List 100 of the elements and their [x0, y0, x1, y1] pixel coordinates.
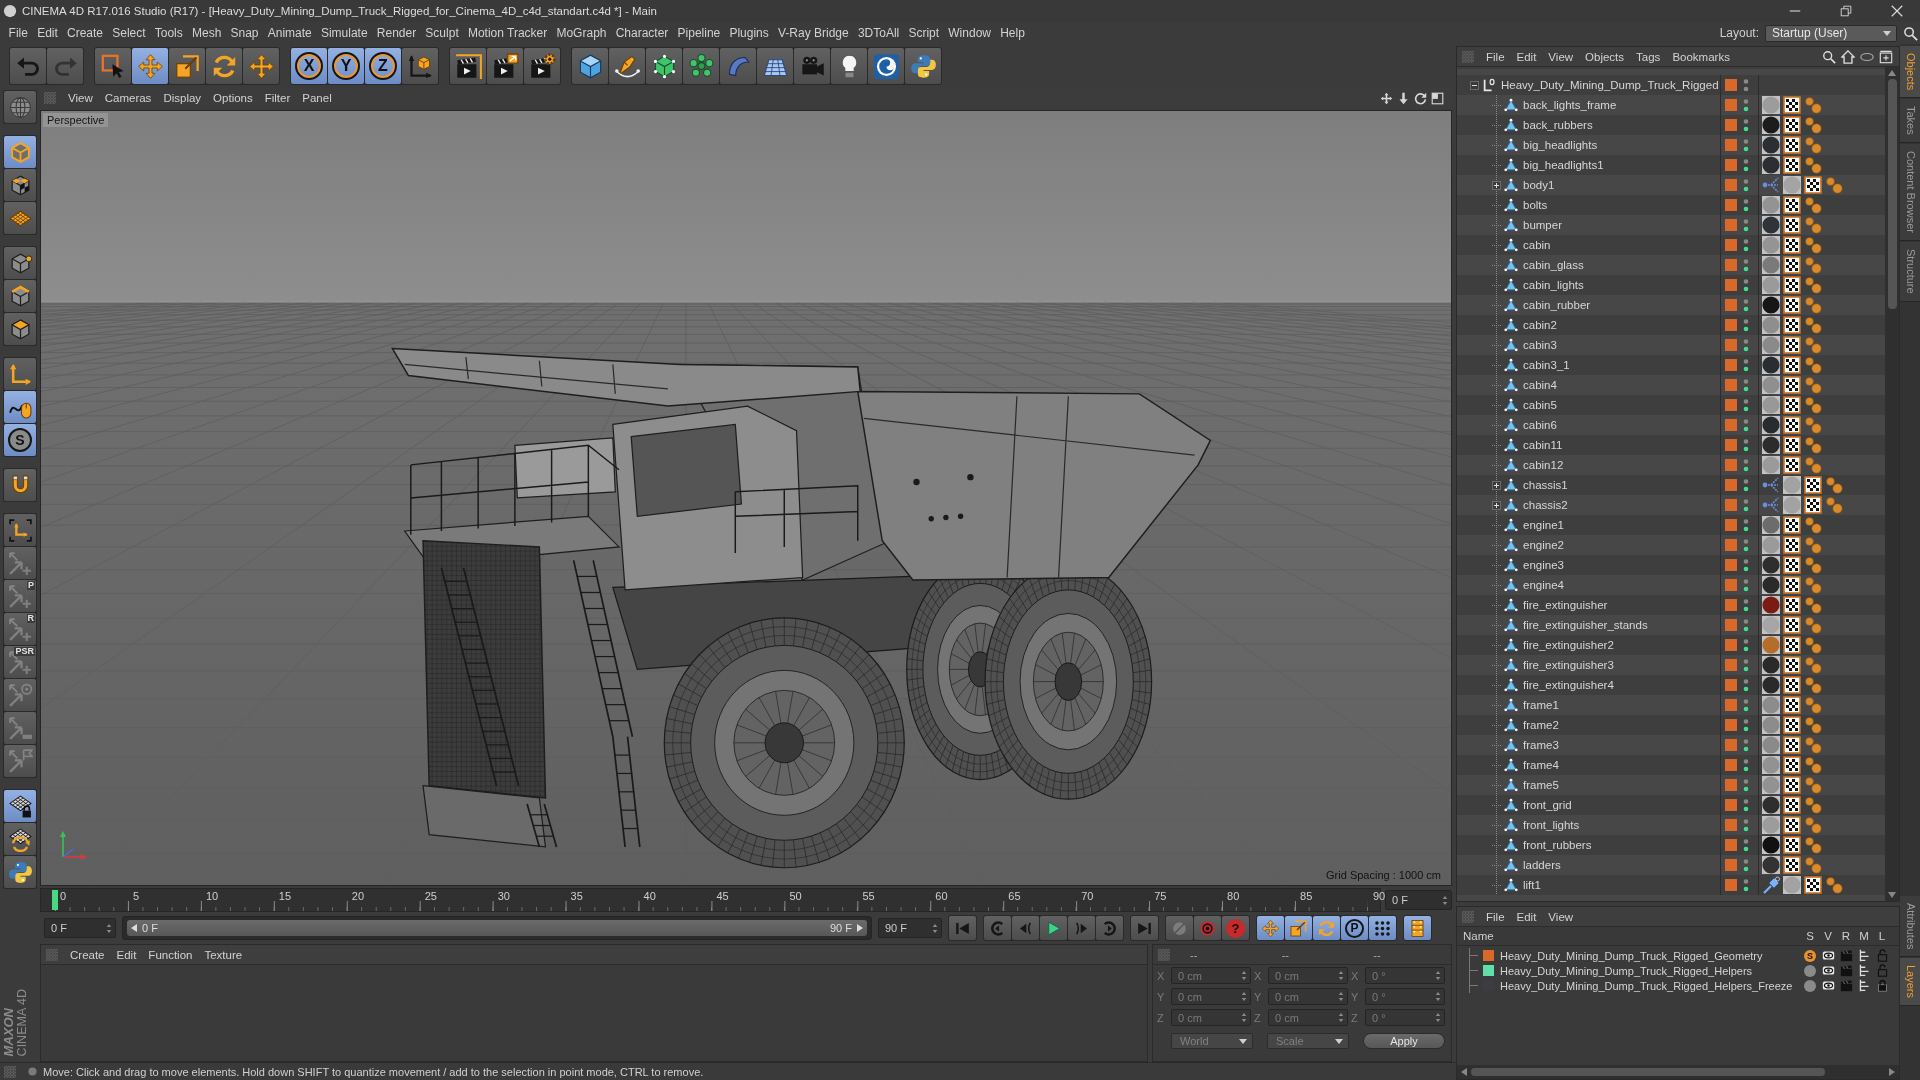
checker-icon[interactable] [1783, 716, 1801, 734]
cube-button[interactable] [572, 48, 608, 84]
spheres-tag-icon[interactable] [1804, 416, 1822, 434]
visibility-dots-icon[interactable] [1743, 98, 1749, 112]
snap-button[interactable]: S [4, 424, 36, 456]
menu-item[interactable]: Select [107, 26, 151, 40]
panel-tab[interactable]: Content Browser [1900, 144, 1920, 241]
material-sphere-icon[interactable] [1762, 556, 1780, 574]
visibility-dots-icon[interactable] [1743, 278, 1749, 292]
spheres-tag-icon[interactable] [1804, 776, 1822, 794]
checker-icon[interactable] [1783, 196, 1801, 214]
material-sphere-icon[interactable] [1762, 796, 1780, 814]
object-name[interactable]: chassis2 [1523, 499, 1568, 511]
object-name[interactable]: ladders [1523, 859, 1561, 871]
solo-toggle[interactable] [1804, 979, 1816, 992]
object-name[interactable]: back_rubbers [1523, 119, 1593, 131]
spheres-tag-icon[interactable] [1804, 396, 1822, 414]
object-name[interactable]: frame2 [1523, 719, 1559, 731]
material-sphere-icon[interactable] [1762, 216, 1780, 234]
light-button[interactable] [831, 48, 867, 84]
menu-item[interactable]: Edit [32, 26, 63, 40]
range-slider[interactable]: 0 F 90 F [127, 920, 867, 936]
visibility-dots-icon[interactable] [1743, 718, 1749, 732]
grid-lock-button[interactable] [4, 790, 36, 822]
play-button[interactable] [1040, 916, 1067, 940]
material-sphere-icon[interactable] [1762, 676, 1780, 694]
object-name[interactable]: cabin6 [1523, 419, 1557, 431]
render-settings-button[interactable] [524, 48, 560, 84]
end-frame-field[interactable]: 90 F [878, 918, 942, 938]
object-name[interactable]: front_rubbers [1523, 839, 1592, 851]
menu-item[interactable]: Panel [296, 92, 338, 104]
checker-icon[interactable] [1783, 556, 1801, 574]
panel-tab[interactable]: Layers [1900, 957, 1920, 1006]
spheres-tag-icon[interactable] [1804, 636, 1822, 654]
checker-icon[interactable] [1783, 796, 1801, 814]
scrollbar-thumb[interactable] [1471, 1068, 1825, 1076]
object-name[interactable]: cabin3_1 [1523, 359, 1570, 371]
spheres-tag-icon[interactable] [1804, 536, 1822, 554]
object-name[interactable]: fire_extinguisher3 [1523, 659, 1614, 671]
object-name[interactable]: engine1 [1523, 519, 1564, 531]
material-sphere-icon[interactable] [1762, 136, 1780, 154]
visibility-dots-icon[interactable] [1743, 838, 1749, 852]
menu-item[interactable]: Texture [198, 948, 249, 961]
corner-axis-button[interactable] [4, 514, 36, 546]
menu-item[interactable]: Snap [225, 26, 264, 40]
object-name[interactable]: frame3 [1523, 739, 1559, 751]
spheres-tag-icon[interactable] [1825, 476, 1843, 494]
scroll-left-icon[interactable] [1461, 1068, 1467, 1076]
object-name[interactable]: cabin5 [1523, 399, 1557, 411]
material-sphere-icon[interactable] [1762, 416, 1780, 434]
layer-name[interactable]: Heavy_Duty_Mining_Dump_Truck_Rigged_Helpers_Freeze [1500, 979, 1793, 992]
spheres-tag-icon[interactable] [1804, 676, 1822, 694]
visibility-dots-icon[interactable] [1743, 558, 1749, 572]
axis-button[interactable]: X [291, 48, 327, 84]
spheres-tag-icon[interactable] [1804, 316, 1822, 334]
visibility-dots-icon[interactable] [1743, 218, 1749, 232]
visibility-dots-icon[interactable] [1743, 578, 1749, 592]
viewport[interactable]: Perspective Grid Spacing : 1000 cm [40, 110, 1452, 886]
checker-icon[interactable] [1783, 436, 1801, 454]
checker-icon[interactable] [1783, 516, 1801, 534]
checker-icon[interactable] [1783, 576, 1801, 594]
object-name[interactable]: cabin12 [1523, 459, 1564, 471]
grid-rotate-button[interactable] [4, 823, 36, 855]
object-name[interactable]: fire_extinguisher4 [1523, 679, 1614, 691]
object-name[interactable]: bumper [1523, 219, 1562, 231]
checker-icon[interactable] [1783, 616, 1801, 634]
menu-item[interactable]: Create [64, 948, 111, 961]
menu-item[interactable]: Function [142, 948, 199, 961]
spheres-tag-icon[interactable] [1804, 296, 1822, 314]
next-key-button[interactable] [1096, 916, 1123, 940]
spheres-tag-icon[interactable] [1804, 236, 1822, 254]
spheres-tag-icon[interactable] [1804, 656, 1822, 674]
spheres-tag-icon[interactable] [1804, 816, 1822, 834]
spheres-tag-icon[interactable] [1804, 716, 1822, 734]
visibility-dots-icon[interactable] [1743, 798, 1749, 812]
spheres-tag-icon[interactable] [1804, 356, 1822, 374]
menu-item[interactable]: Bookmarks [1666, 50, 1736, 63]
object-name[interactable]: cabin3 [1523, 339, 1557, 351]
scale-button[interactable] [169, 48, 205, 84]
visibility-dots-icon[interactable] [1743, 298, 1749, 312]
checker-icon[interactable] [1804, 176, 1822, 194]
visibility-dots-icon[interactable] [1743, 678, 1749, 692]
menu-item[interactable]: Tools [150, 26, 188, 40]
checker-icon[interactable] [1783, 156, 1801, 174]
object-name[interactable]: bolts [1523, 199, 1548, 211]
close-icon[interactable] [1890, 4, 1904, 18]
expand-icon[interactable] [1492, 480, 1501, 490]
menu-item[interactable]: Window [943, 26, 996, 40]
checker-icon[interactable] [1783, 96, 1801, 114]
object-name[interactable]: engine2 [1523, 539, 1564, 551]
object-name[interactable]: front_lights [1523, 819, 1580, 831]
menu-item[interactable]: Character [611, 26, 673, 40]
rotate-button[interactable] [206, 48, 242, 84]
visibility-dots-icon[interactable] [1743, 858, 1749, 872]
checker-icon[interactable] [1783, 536, 1801, 554]
menu-item[interactable]: Help [995, 26, 1030, 40]
visibility-dots-icon[interactable] [1743, 698, 1749, 712]
material-sphere-icon[interactable] [1762, 116, 1780, 134]
search-icon[interactable] [1822, 49, 1836, 64]
checker-icon[interactable] [1783, 676, 1801, 694]
